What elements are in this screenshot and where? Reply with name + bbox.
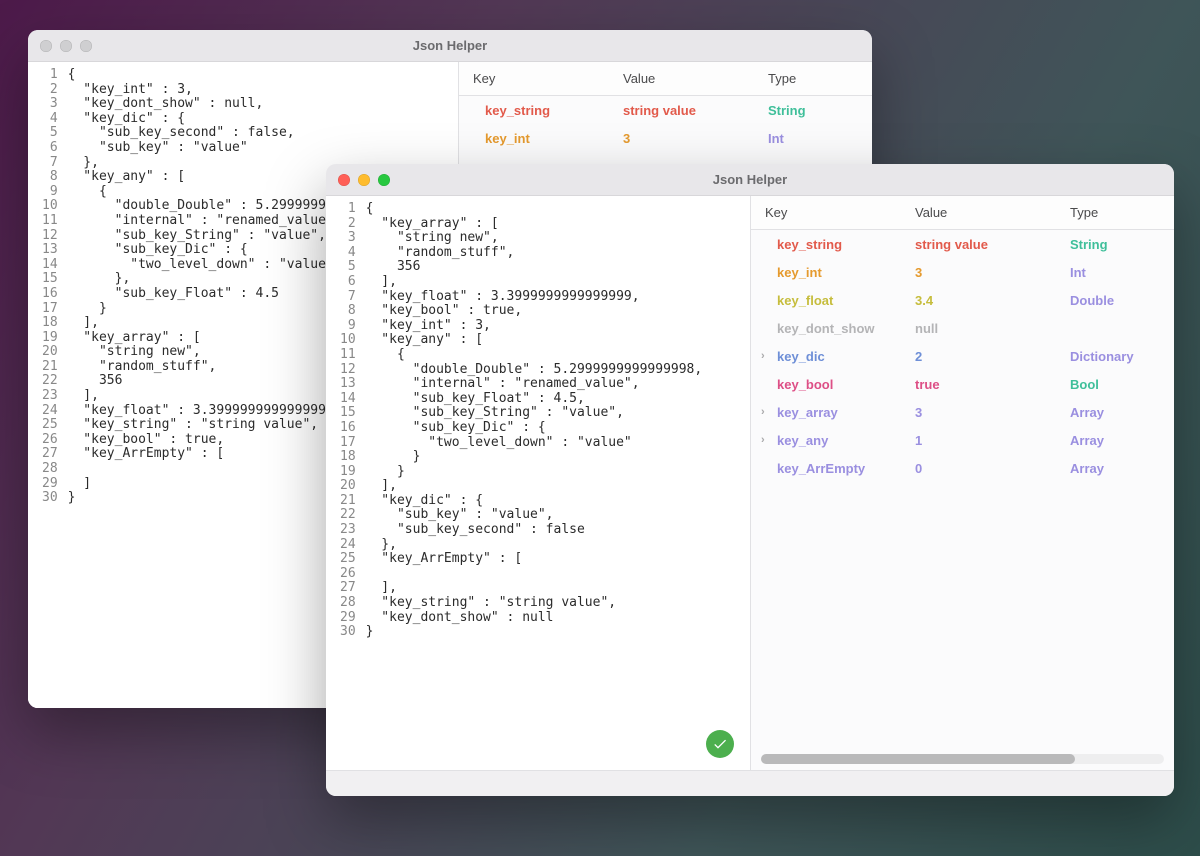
table-row[interactable]: ›key_int3Int <box>459 124 872 152</box>
row-key[interactable]: ›key_array <box>765 405 915 420</box>
row-key[interactable]: ›key_any <box>765 433 915 448</box>
table-row[interactable]: ›key_booltrueBool <box>751 370 1174 398</box>
line-gutter: 1 2 3 4 5 6 7 8 9 10 11 12 13 14 15 16 1… <box>326 196 364 770</box>
col-key[interactable]: Key <box>473 71 623 86</box>
row-key[interactable]: ›key_ArrEmpty <box>765 461 915 476</box>
row-value: string value <box>915 237 1070 252</box>
table-row[interactable]: ›key_float3.4Double <box>751 286 1174 314</box>
scrollbar-thumb[interactable] <box>761 754 1075 764</box>
disclosure-chevron-icon[interactable]: › <box>761 406 771 418</box>
zoom-icon[interactable] <box>378 174 390 186</box>
row-type: Int <box>1070 265 1160 280</box>
traffic-lights <box>338 174 390 186</box>
row-value: string value <box>623 103 768 118</box>
status-bar <box>326 770 1174 796</box>
horizontal-scrollbar[interactable] <box>761 754 1164 764</box>
row-value: 3 <box>915 405 1070 420</box>
table-row[interactable]: ›key_ArrEmpty0Array <box>751 454 1174 482</box>
traffic-lights <box>40 40 92 52</box>
row-key[interactable]: ›key_float <box>765 293 915 308</box>
window-title: Json Helper <box>413 38 487 53</box>
row-value: 3.4 <box>915 293 1070 308</box>
minimize-icon[interactable] <box>60 40 72 52</box>
col-value[interactable]: Value <box>623 71 768 86</box>
close-icon[interactable] <box>338 174 350 186</box>
disclosure-chevron-icon[interactable]: › <box>761 350 771 362</box>
row-key[interactable]: ›key_bool <box>765 377 915 392</box>
row-value: 2 <box>915 349 1070 364</box>
col-type[interactable]: Type <box>1070 205 1160 220</box>
row-key[interactable]: ›key_int <box>765 265 915 280</box>
row-key[interactable]: ›key_string <box>765 237 915 252</box>
json-editor[interactable]: 1 2 3 4 5 6 7 8 9 10 11 12 13 14 15 16 1… <box>326 196 750 770</box>
row-value: 0 <box>915 461 1070 476</box>
line-gutter: 1 2 3 4 5 6 7 8 9 10 11 12 13 14 15 16 1… <box>28 62 66 708</box>
minimize-icon[interactable] <box>358 174 370 186</box>
table-row[interactable]: ›key_int3Int <box>751 258 1174 286</box>
foreground-window: Json Helper 1 2 3 4 5 6 7 8 9 10 11 12 1… <box>326 164 1174 796</box>
window-title: Json Helper <box>713 172 787 187</box>
close-icon[interactable] <box>40 40 52 52</box>
inspector-header: Key Value Type <box>751 196 1174 230</box>
inspector-panel: Key Value Type ›key_stringstring valueSt… <box>750 196 1174 770</box>
row-key[interactable]: ›key_int <box>473 131 623 146</box>
row-value: 3 <box>623 131 768 146</box>
row-type: Int <box>768 131 858 146</box>
table-row[interactable]: ›key_dont_shownull <box>751 314 1174 342</box>
table-row[interactable]: ›key_array3Array <box>751 398 1174 426</box>
table-row[interactable]: ›key_stringstring valueString <box>751 230 1174 258</box>
row-value: 3 <box>915 265 1070 280</box>
table-row[interactable]: ›key_stringstring valueString <box>459 96 872 124</box>
col-type[interactable]: Type <box>768 71 858 86</box>
row-key[interactable]: ›key_dont_show <box>765 321 915 336</box>
row-value: null <box>915 321 1070 336</box>
inspector-rows: ›key_stringstring valueString›key_int3In… <box>751 230 1174 770</box>
col-value[interactable]: Value <box>915 205 1070 220</box>
table-row[interactable]: ›key_any1Array <box>751 426 1174 454</box>
row-value: 1 <box>915 433 1070 448</box>
row-type: Array <box>1070 405 1160 420</box>
code-content[interactable]: { "key_array" : [ "string new", "random_… <box>364 196 713 770</box>
row-key[interactable]: ›key_string <box>473 103 623 118</box>
table-row[interactable]: ›key_dic2Dictionary <box>751 342 1174 370</box>
row-type: Bool <box>1070 377 1160 392</box>
valid-check-icon <box>706 730 734 758</box>
col-key[interactable]: Key <box>765 205 915 220</box>
row-type: Array <box>1070 461 1160 476</box>
row-type: String <box>768 103 858 118</box>
row-key[interactable]: ›key_dic <box>765 349 915 364</box>
row-type: Array <box>1070 433 1160 448</box>
titlebar[interactable]: Json Helper <box>326 164 1174 196</box>
zoom-icon[interactable] <box>80 40 92 52</box>
row-type: Double <box>1070 293 1160 308</box>
row-type: Dictionary <box>1070 349 1160 364</box>
titlebar[interactable]: Json Helper <box>28 30 872 62</box>
inspector-header: Key Value Type <box>459 62 872 96</box>
row-type: String <box>1070 237 1160 252</box>
row-value: true <box>915 377 1070 392</box>
disclosure-chevron-icon[interactable]: › <box>761 434 771 446</box>
